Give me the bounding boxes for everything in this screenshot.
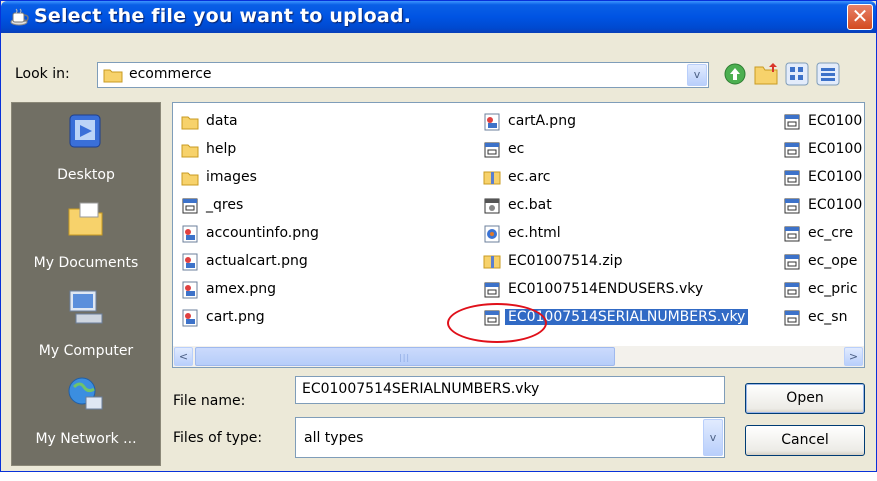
- file-name: EC0100: [808, 141, 863, 157]
- file-name: ec.html: [508, 225, 561, 241]
- annotation-circle: [447, 303, 547, 343]
- file-generic-icon: [181, 197, 199, 215]
- image-icon: [181, 253, 199, 271]
- file-upload-dialog: Select the file you want to upload. ✕ Lo…: [0, 0, 877, 472]
- folder-icon: [181, 113, 199, 131]
- file-generic-icon: [783, 253, 801, 271]
- place-desktop[interactable]: Desktop: [12, 103, 160, 189]
- image-icon: [181, 309, 199, 327]
- open-button[interactable]: Open: [745, 383, 865, 414]
- look-in-dropdown[interactable]: ecommerce v: [97, 62, 709, 88]
- scroll-left-button[interactable]: <: [174, 347, 193, 366]
- up-folder-icon[interactable]: [753, 61, 779, 87]
- file-name: EC0100: [808, 113, 863, 129]
- image-icon: [181, 281, 199, 299]
- scroll-right-button[interactable]: >: [844, 347, 863, 366]
- file-generic-icon: [783, 141, 801, 159]
- file-name: images: [206, 169, 257, 185]
- file-name: ec_cre: [808, 225, 854, 241]
- html-icon: [483, 225, 501, 243]
- horizontal-scrollbar[interactable]: < ||| >: [173, 346, 864, 367]
- my-documents-icon: [68, 202, 103, 236]
- look-in-value: ecommerce: [129, 66, 212, 82]
- folder-icon: [181, 169, 199, 187]
- file-generic-icon: [783, 197, 801, 215]
- file-name: EC0100: [808, 197, 863, 213]
- folder-icon: [181, 141, 199, 159]
- file-name-label: File name:: [173, 393, 246, 409]
- cancel-button[interactable]: Cancel: [745, 425, 865, 456]
- archive-icon: [483, 253, 501, 271]
- archive-icon: [483, 169, 501, 187]
- places-bar: Desktop My Documents My Computer My Netw…: [11, 102, 161, 466]
- coffee-cup-icon: [10, 8, 29, 26]
- my-computer-icon: [69, 290, 103, 324]
- place-my-computer[interactable]: My Computer: [12, 279, 160, 365]
- file-name: data: [206, 113, 238, 129]
- new-folder-icon[interactable]: [784, 61, 810, 87]
- folder-icon: [103, 69, 123, 83]
- file-generic-icon: [783, 113, 801, 131]
- my-network-icon: [68, 377, 103, 410]
- file-name: help: [206, 141, 237, 157]
- grip-icon: |||: [399, 353, 411, 362]
- file-name: ec_pric: [808, 281, 858, 297]
- file-name-input[interactable]: EC01007514SERIALNUMBERS.vky: [295, 376, 725, 404]
- file-generic-icon: [783, 225, 801, 243]
- look-in-label: Look in:: [15, 66, 70, 82]
- place-my-network[interactable]: My Network ...: [12, 367, 160, 453]
- chevron-down-icon[interactable]: v: [703, 419, 723, 456]
- back-icon[interactable]: [722, 61, 748, 87]
- file-generic-icon: [483, 281, 501, 299]
- files-of-type-dropdown[interactable]: all types v: [295, 417, 725, 458]
- dialog-title: Select the file you want to upload.: [34, 5, 412, 27]
- scrollbar-thumb[interactable]: |||: [195, 347, 615, 366]
- desktop-icon: [69, 114, 101, 148]
- file-name: _qres: [206, 197, 244, 213]
- title-bar[interactable]: Select the file you want to upload. ✕: [1, 1, 876, 33]
- files-of-type-label: Files of type:: [173, 430, 263, 446]
- file-name: ec.arc: [508, 169, 551, 185]
- files-of-type-value: all types: [304, 430, 364, 446]
- file-name: actualcart.png: [206, 253, 308, 269]
- file-generic-icon: [783, 169, 801, 187]
- file-name: amex.png: [206, 281, 276, 297]
- file-name: cart.png: [206, 309, 265, 325]
- place-my-documents[interactable]: My Documents: [12, 191, 160, 277]
- file-name: EC01007514ENDUSERS.vky: [508, 281, 704, 297]
- file-name: ec.bat: [508, 197, 552, 213]
- file-name: ec_ope: [808, 253, 858, 269]
- close-button[interactable]: ✕: [847, 4, 873, 30]
- file-name: cartA.png: [508, 113, 576, 129]
- file-generic-icon: [483, 141, 501, 159]
- views-menu-icon[interactable]: [815, 61, 841, 87]
- file-name: EC01007514.zip: [508, 253, 623, 269]
- file-name: ec: [508, 141, 525, 157]
- file-name: EC0100: [808, 169, 863, 185]
- file-name: ec_sn: [808, 309, 848, 325]
- chevron-down-icon[interactable]: v: [687, 64, 707, 86]
- image-icon: [181, 225, 199, 243]
- image-icon: [483, 113, 501, 131]
- file-name: accountinfo.png: [206, 225, 319, 241]
- batch-icon: [483, 197, 501, 215]
- file-generic-icon: [783, 309, 801, 327]
- file-generic-icon: [783, 281, 801, 299]
